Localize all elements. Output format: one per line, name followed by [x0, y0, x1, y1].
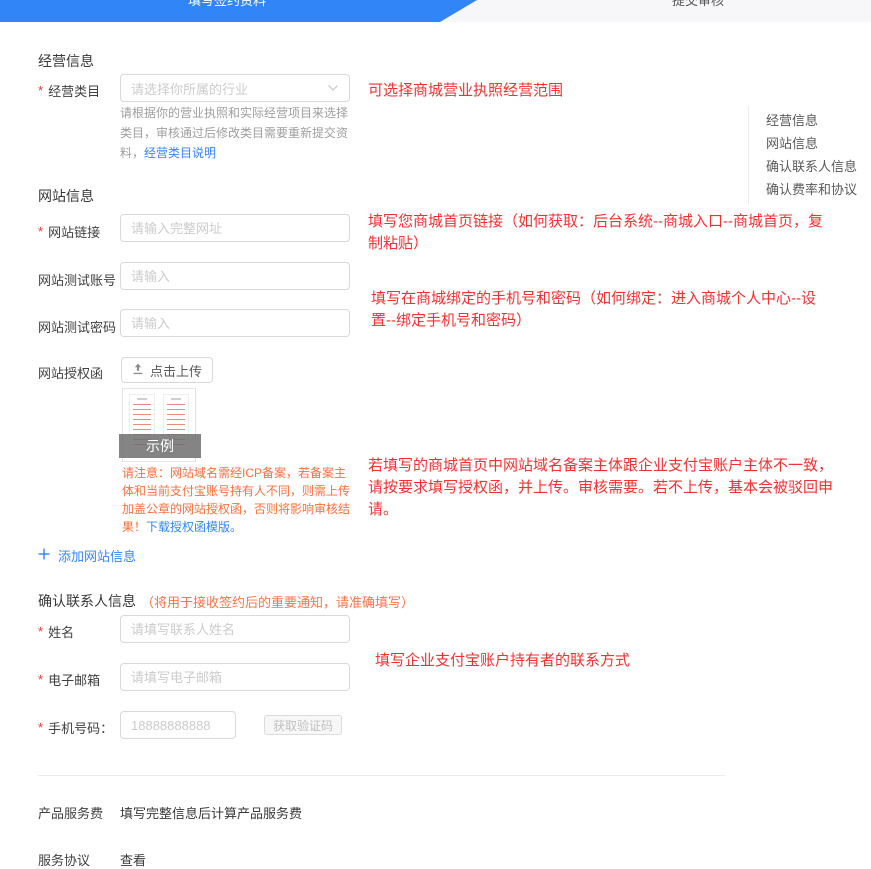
contact-section-note: （将用于接收签约后的重要通知，请准确填写）	[141, 592, 414, 611]
merchant-signup-form-page: 填写签约资料 提交审核 经营信息 网站信息 确认联系人信息 确认费率和协议 经营…	[0, 0, 871, 869]
nav-item-rate-agreement[interactable]: 确认费率和协议	[766, 178, 870, 201]
authorization-label: 网站授权函	[38, 363, 103, 382]
agreement-view-link[interactable]: 查看	[120, 850, 146, 869]
industry-category-select[interactable]: 请选择你所属的行业	[120, 74, 350, 102]
nav-item-contact-info[interactable]: 确认联系人信息	[766, 155, 870, 178]
business-section-title: 经营信息	[38, 51, 94, 71]
contact-annotation: 填写企业支付宝账户持有者的联系方式	[375, 650, 630, 672]
nav-item-business-info[interactable]: 经营信息	[766, 109, 870, 132]
plus-icon	[38, 548, 50, 563]
test-account-label: 网站测试账号	[38, 270, 116, 289]
authorization-sample-thumbnail[interactable]: 示例	[122, 388, 196, 462]
contact-phone-input[interactable]	[120, 711, 236, 739]
anchor-nav: 经营信息 网站信息 确认联系人信息 确认费率和协议	[748, 106, 870, 204]
website-url-label: * 网站链接	[38, 222, 100, 241]
upload-button[interactable]: 点击上传	[121, 357, 213, 383]
sample-badge: 示例	[119, 434, 201, 458]
contact-phone-label: * 手机号码：	[38, 718, 113, 737]
category-annotation: 可选择商城营业执照经营范围	[368, 80, 563, 102]
test-account-annotation: 填写在商城绑定的手机号和密码（如何绑定：进入商城个人中心--设 置--绑定手机号…	[371, 288, 816, 332]
required-mark: *	[38, 83, 43, 98]
website-section-title: 网站信息	[38, 186, 94, 206]
step-submit-review-label: 提交审核	[672, 0, 724, 8]
category-label: * 经营类目	[38, 81, 100, 100]
chevron-down-icon	[327, 79, 339, 97]
required-mark: *	[38, 224, 43, 239]
contact-name-label: * 姓名	[38, 622, 74, 641]
industry-category-placeholder: 请选择你所属的行业	[131, 79, 248, 98]
contact-name-input[interactable]	[120, 615, 350, 643]
contact-email-input[interactable]	[120, 663, 350, 691]
test-account-input[interactable]	[120, 262, 350, 290]
get-sms-code-button[interactable]: 获取验证码	[264, 715, 342, 735]
authorization-annotation: 若填写的商城首页中网站域名备案主体跟企业支付宝账户主体不一致， 请按要求填写授权…	[368, 455, 833, 521]
service-fee-value: 填写完整信息后计算产品服务费	[120, 803, 302, 822]
service-fee-label: 产品服务费	[38, 803, 103, 822]
required-mark: *	[38, 720, 43, 735]
required-mark: *	[38, 672, 43, 687]
step-progress-bar: 填写签约资料 提交审核	[0, 0, 871, 22]
website-url-input[interactable]	[120, 214, 350, 242]
nav-item-website-info[interactable]: 网站信息	[766, 132, 870, 155]
download-template-link[interactable]: 下载授权函模版。	[146, 520, 242, 534]
website-url-annotation: 填写您商城首页链接（如何获取：后台系统--商城入口--商城首页，复 制粘贴）	[368, 211, 823, 255]
icp-notice: 请注意：网站域名需经ICP备案，若备案主体和当前支付宝账号持有人不同，则需上传加…	[122, 464, 356, 536]
upload-icon	[132, 363, 144, 378]
test-password-input[interactable]	[120, 309, 350, 337]
category-help-link[interactable]: 经营类目说明	[144, 146, 216, 160]
contact-email-label: * 电子邮箱	[38, 670, 100, 689]
required-mark: *	[38, 624, 43, 639]
add-website-link[interactable]: 添加网站信息	[38, 546, 136, 565]
test-password-label: 网站测试密码	[38, 317, 116, 336]
agreement-label: 服务协议	[38, 850, 90, 869]
add-website-link-label: 添加网站信息	[58, 546, 136, 565]
category-help-text: 请根据你的营业执照和实际经营项目来选择类目，审核通过后修改类目需要重新提交资料，…	[120, 103, 357, 163]
upload-button-label: 点击上传	[150, 361, 202, 380]
step-fill-contract-info-label: 填写签约资料	[188, 0, 266, 8]
contact-section-title: 确认联系人信息 （将用于接收签约后的重要通知，请准确填写）	[38, 591, 414, 611]
section-divider	[38, 775, 725, 776]
